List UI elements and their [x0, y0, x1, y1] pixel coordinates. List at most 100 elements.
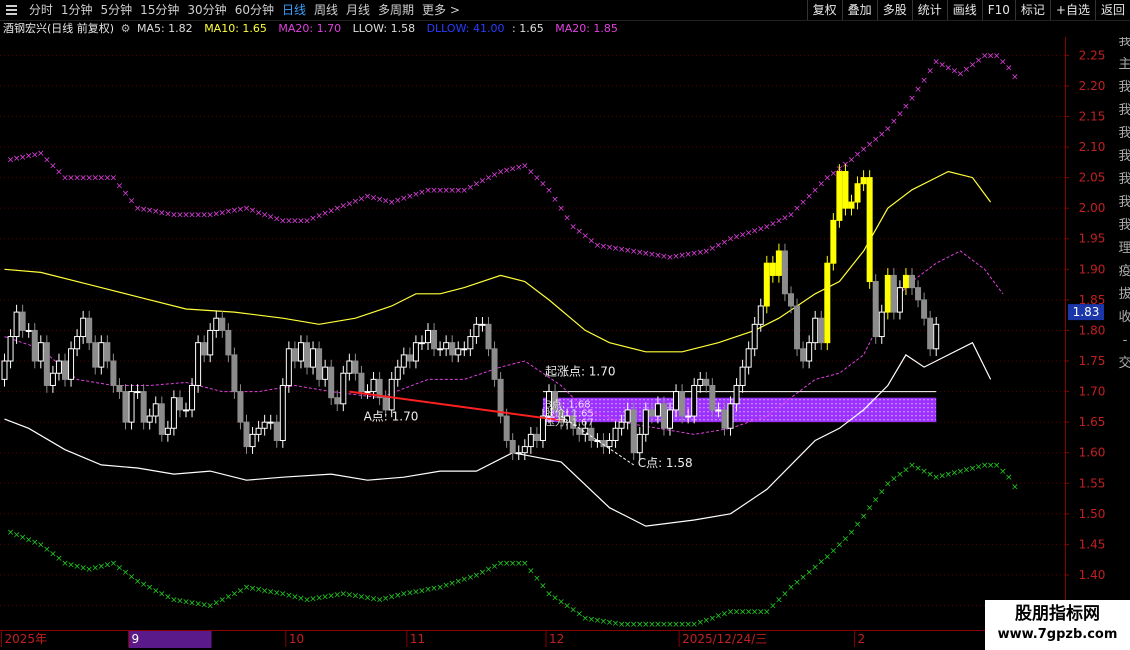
candle-body-102 — [618, 421, 625, 429]
candle-body-14 — [86, 317, 93, 344]
candle-body-108 — [654, 403, 661, 417]
candle-body-154 — [933, 323, 940, 350]
y-tick-label-1: 2.20 — [1079, 79, 1106, 93]
menu-icon[interactable] — [4, 3, 20, 17]
tab-timeframe-0[interactable]: 分时 — [29, 0, 53, 20]
right-edge-label-10: 疫 — [1118, 263, 1130, 279]
candle-body-4 — [25, 329, 32, 332]
candle-body-144 — [872, 281, 879, 338]
candle-body-7 — [43, 342, 50, 386]
candle-body-71 — [431, 329, 438, 350]
candle-body-59 — [358, 372, 365, 393]
candle-body-28 — [170, 397, 177, 429]
candle-body-38 — [231, 354, 238, 393]
candle-body-64 — [388, 378, 395, 411]
candle-body-107 — [648, 409, 655, 417]
candle-body-152 — [921, 299, 928, 319]
candle-body-84 — [509, 439, 516, 454]
tab-timeframe-2[interactable]: 5分钟 — [100, 0, 132, 20]
start-point-label: 起涨点: 1.70 — [545, 364, 616, 379]
candle-body-68 — [412, 342, 419, 362]
tab-timeframe-7[interactable]: 周线 — [314, 0, 338, 20]
candle-body-116 — [703, 378, 710, 386]
tab-timeframe-5[interactable]: 60分钟 — [235, 0, 274, 20]
tab-timeframe-8[interactable]: 月线 — [346, 0, 370, 20]
tab-timeframe-9[interactable]: 多周期 — [378, 0, 414, 20]
candle-body-139 — [842, 170, 849, 209]
candle-body-112 — [679, 391, 686, 417]
tool-button-5[interactable]: F10 — [981, 0, 1015, 20]
candle-body-83 — [503, 415, 510, 441]
x-date-label-5: 2025/12/24/三 — [682, 632, 767, 646]
y-tick-label-10: 1.75 — [1079, 354, 1106, 368]
tool-button-1[interactable]: 叠加 — [841, 0, 877, 20]
upper-channel-marker-166: × — [1011, 73, 1019, 83]
candle-body-76 — [461, 348, 468, 351]
top-toolbar: 分时 1分钟 5分钟 15分钟 30分钟 60分钟 日线 周线 月线 多周期 更多 > 复权 叠加 多股… — [0, 0, 1130, 21]
tab-timeframe-1[interactable]: 1分钟 — [61, 0, 93, 20]
tool-button-4[interactable]: 画线 — [946, 0, 982, 20]
y-tick-label-16: 1.45 — [1079, 537, 1106, 551]
candle-body-75 — [455, 348, 462, 356]
candle-body-74 — [449, 342, 456, 356]
x-date-label-0: 2025年 — [5, 632, 48, 646]
candle-body-95 — [576, 427, 583, 435]
settings-icon[interactable]: ⚙ — [121, 21, 131, 37]
upper-channel-marker-152: × — [926, 67, 934, 77]
candle-body-12 — [74, 336, 81, 350]
candle-body-120 — [727, 403, 734, 429]
candle-body-106 — [642, 409, 649, 435]
candle-body-66 — [400, 354, 407, 368]
legend-ma5: MA5: 1.82 — [136, 22, 193, 35]
tool-button-8[interactable]: 返回 — [1094, 0, 1130, 20]
candle-body-101 — [612, 427, 619, 441]
candle-body-65 — [394, 366, 401, 380]
candle-body-73 — [443, 342, 450, 350]
y-tick-label-17: 1.40 — [1079, 568, 1106, 582]
legend-ma10: MA10: 1.65 — [204, 22, 267, 35]
candle-body-58 — [352, 360, 359, 374]
tab-timeframe-3[interactable]: 15分钟 — [140, 0, 179, 20]
candle-body-117 — [709, 384, 716, 411]
right-edge-label-7: 我 — [1118, 195, 1130, 210]
right-edge-label-8: 我 — [1118, 218, 1130, 233]
candle-body-3 — [19, 311, 26, 331]
tab-timeframe-10[interactable]: 更多 > — [422, 0, 460, 20]
x-date-label-1: 9 — [132, 632, 140, 646]
candle-body-81 — [491, 348, 498, 380]
y-tick-label-7: 1.90 — [1079, 262, 1106, 276]
y-tick-label-3: 2.10 — [1079, 140, 1106, 154]
candle-body-2 — [13, 311, 20, 338]
candle-body-16 — [98, 342, 105, 368]
candle-body-33 — [201, 342, 208, 356]
right-edge-label-9: 理 — [1118, 241, 1130, 256]
price-chart[interactable]: ××××××××××××××××××××××××××××××××××××××××… — [0, 37, 1130, 650]
candle-body-53 — [322, 366, 329, 380]
candle-body-31 — [189, 384, 196, 411]
candle-body-47 — [285, 348, 292, 386]
tool-button-7[interactable]: +自选 — [1049, 0, 1095, 20]
candle-body-129 — [781, 250, 788, 295]
candle-body-48 — [291, 348, 298, 362]
tool-button-2[interactable]: 多股 — [876, 0, 912, 20]
tool-button-6[interactable]: 标记 — [1014, 0, 1050, 20]
candle-body-149 — [902, 274, 909, 289]
tool-button-3[interactable]: 统计 — [911, 0, 947, 20]
candle-body-20 — [122, 391, 129, 423]
candle-body-140 — [848, 201, 855, 209]
candle-body-122 — [739, 366, 746, 386]
candle-body-128 — [775, 250, 782, 276]
tool-button-0[interactable]: 复权 — [806, 0, 842, 20]
candle-body-88 — [533, 433, 540, 441]
tab-timeframe-4[interactable]: 30分钟 — [187, 0, 226, 20]
right-edge-label-11: 拔 — [1118, 287, 1130, 302]
candle-body-147 — [890, 274, 897, 313]
a-point-label: A点: 1.70 — [364, 410, 419, 424]
candle-body-118 — [715, 409, 722, 412]
right-edge-label-1: 主 — [1118, 57, 1130, 72]
tab-timeframe-6[interactable]: 日线 — [282, 0, 306, 20]
candle-body-43 — [261, 421, 268, 429]
candle-body-132 — [800, 348, 807, 362]
candle-body-113 — [685, 415, 692, 418]
candle-body-60 — [364, 391, 371, 394]
